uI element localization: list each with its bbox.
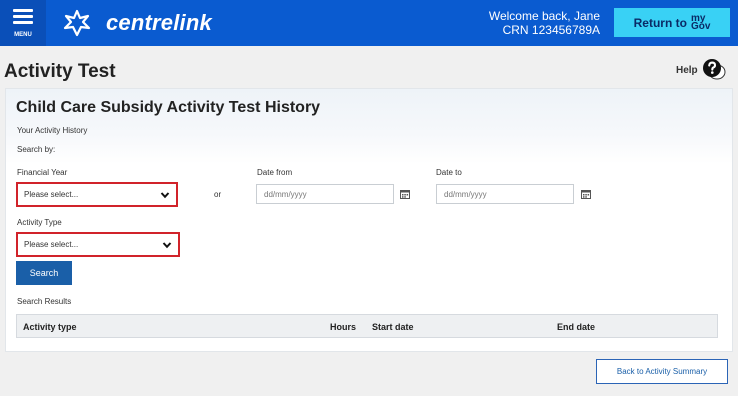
centrelink-star-icon [63,9,91,37]
centrelink-logo[interactable]: centrelink [62,9,212,37]
help-label: Help [676,64,698,76]
return-to-mygov-button[interactable]: Return to my Gov [614,8,730,37]
financial-year-value: Please select... [24,190,79,199]
mygov-logo: my Gov [690,13,711,32]
search-button[interactable]: Search [16,261,72,285]
column-activity-type: Activity type [23,322,77,332]
welcome-message: Welcome back, Jane CRN 123456789A [489,9,600,37]
activity-type-select[interactable]: Please select... [16,232,180,257]
menu-label: MENU [14,32,32,38]
column-end-date: End date [557,322,596,332]
chevron-down-icon [160,191,170,198]
card-title: Child Care Subsidy Activity Test History [16,99,321,116]
menu-button[interactable]: MENU [0,0,46,46]
activity-type-value: Please select... [24,240,79,249]
top-header-bar: MENU centrelink Welcome back, Jane CRN 1… [0,0,738,46]
search-results-label: Search Results [17,297,72,306]
back-to-activity-summary-button[interactable]: Back to Activity Summary [596,359,728,384]
date-to-placeholder: dd/mm/yyyy [444,189,487,199]
chevron-down-icon [162,241,172,248]
activity-type-label: Activity Type [17,218,62,227]
date-from-placeholder: dd/mm/yyyy [264,189,307,199]
date-from-input[interactable]: dd/mm/yyyy [256,184,394,204]
financial-year-label: Financial Year [17,168,68,177]
date-to-label: Date to [436,168,462,177]
return-label: Return to [633,15,687,30]
brand-name: centrelink [106,10,212,35]
search-by-label: Search by: [17,145,56,154]
hamburger-icon [13,9,33,27]
card-subtitle: Your Activity History [17,126,88,135]
column-hours: Hours [330,322,357,332]
activity-test-history-card: Child Care Subsidy Activity Test History… [5,88,733,352]
calendar-icon[interactable] [400,189,410,199]
results-table-header: Activity type Hours Start date End date [16,314,718,338]
date-to-input[interactable]: dd/mm/yyyy [436,184,574,204]
or-separator: or [214,190,222,199]
help-question-icon [702,59,726,80]
crn-number: CRN 123456789A [502,23,600,37]
mygov-line2: Gov [690,20,711,32]
welcome-name: Welcome back, Jane [488,9,600,23]
page-title: Activity Test [4,61,116,82]
column-start-date: Start date [372,322,414,332]
calendar-icon[interactable] [581,189,591,199]
financial-year-select[interactable]: Please select... [16,182,178,207]
date-from-label: Date from [257,168,293,177]
help-link[interactable]: Help [676,58,726,82]
